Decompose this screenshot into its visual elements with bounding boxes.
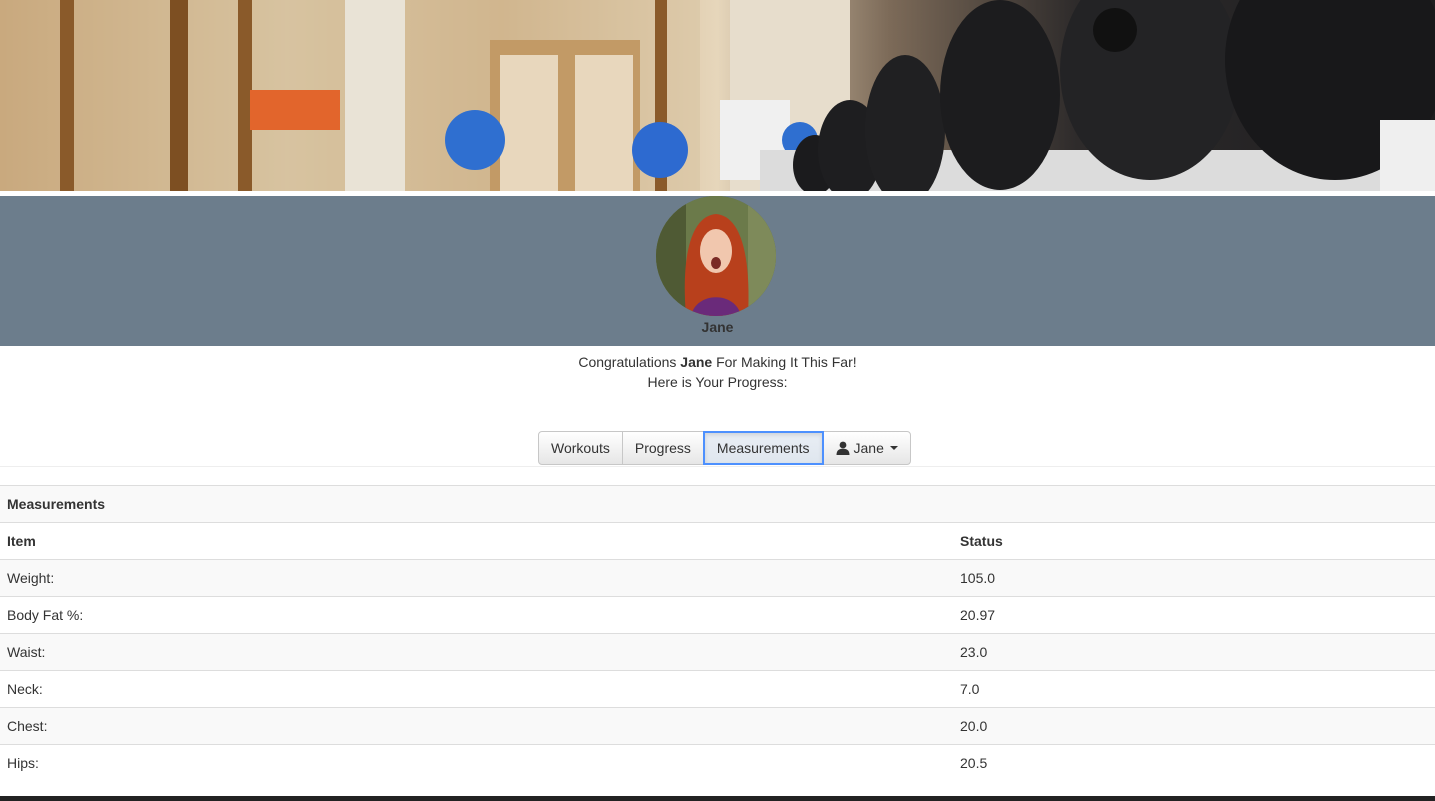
greeting-name: Jane <box>680 354 713 370</box>
caret-down-icon <box>889 446 898 450</box>
table-row: Waist: 23.0 <box>0 633 1435 671</box>
congratulations-line: Congratulations Jane For Making It This … <box>0 352 1435 372</box>
table-row: Body Fat %: 20.97 <box>0 596 1435 634</box>
greeting-prefix: Congratulations <box>578 354 681 370</box>
table-caption-row: Measurements <box>0 485 1435 523</box>
measurements-button[interactable]: Measurements <box>702 431 824 465</box>
nav-button-group: Workouts Progress Measurements Jane <box>538 431 911 465</box>
row-item: Weight: <box>0 559 953 597</box>
column-header-status: Status <box>953 522 1435 560</box>
row-status: 7.0 <box>953 670 1435 708</box>
table-row: Hips: 20.5 <box>0 744 1435 782</box>
row-status: 20.97 <box>953 596 1435 634</box>
table-row: Weight: 105.0 <box>0 559 1435 597</box>
profile-header: Jane <box>0 196 1435 346</box>
table-title: Measurements <box>0 485 1435 523</box>
row-status: 105.0 <box>953 559 1435 597</box>
row-item: Waist: <box>0 633 953 671</box>
user-menu-button[interactable]: Jane <box>822 431 911 465</box>
row-item: Neck: <box>0 670 953 708</box>
avatar <box>656 196 776 316</box>
profile-name: Jane <box>701 319 734 335</box>
section-divider <box>0 466 1435 467</box>
column-header-item: Item <box>0 522 953 560</box>
progress-intro: Here is Your Progress: <box>647 374 788 390</box>
row-item: Hips: <box>0 744 953 782</box>
table-header-row: Item Status <box>0 522 1435 560</box>
user-icon <box>836 441 849 455</box>
row-item: Chest: <box>0 707 953 745</box>
row-status: 20.0 <box>953 707 1435 745</box>
user-menu-label: Jane <box>853 440 884 456</box>
hero-banner-image <box>0 0 1435 191</box>
congratulations-message: Congratulations Jane For Making It This … <box>0 352 1435 392</box>
measurements-table: Measurements Item Status Weight: 105.0 B… <box>0 485 1435 782</box>
row-item: Body Fat %: <box>0 596 953 634</box>
greeting-suffix: For Making It This Far! <box>712 354 857 370</box>
progress-button[interactable]: Progress <box>621 431 704 465</box>
table-row: Neck: 7.0 <box>0 670 1435 708</box>
row-status: 23.0 <box>953 633 1435 671</box>
table-row: Chest: 20.0 <box>0 707 1435 745</box>
workouts-button[interactable]: Workouts <box>538 431 623 465</box>
row-status: 20.5 <box>953 744 1435 782</box>
bottom-edge <box>0 796 1435 801</box>
